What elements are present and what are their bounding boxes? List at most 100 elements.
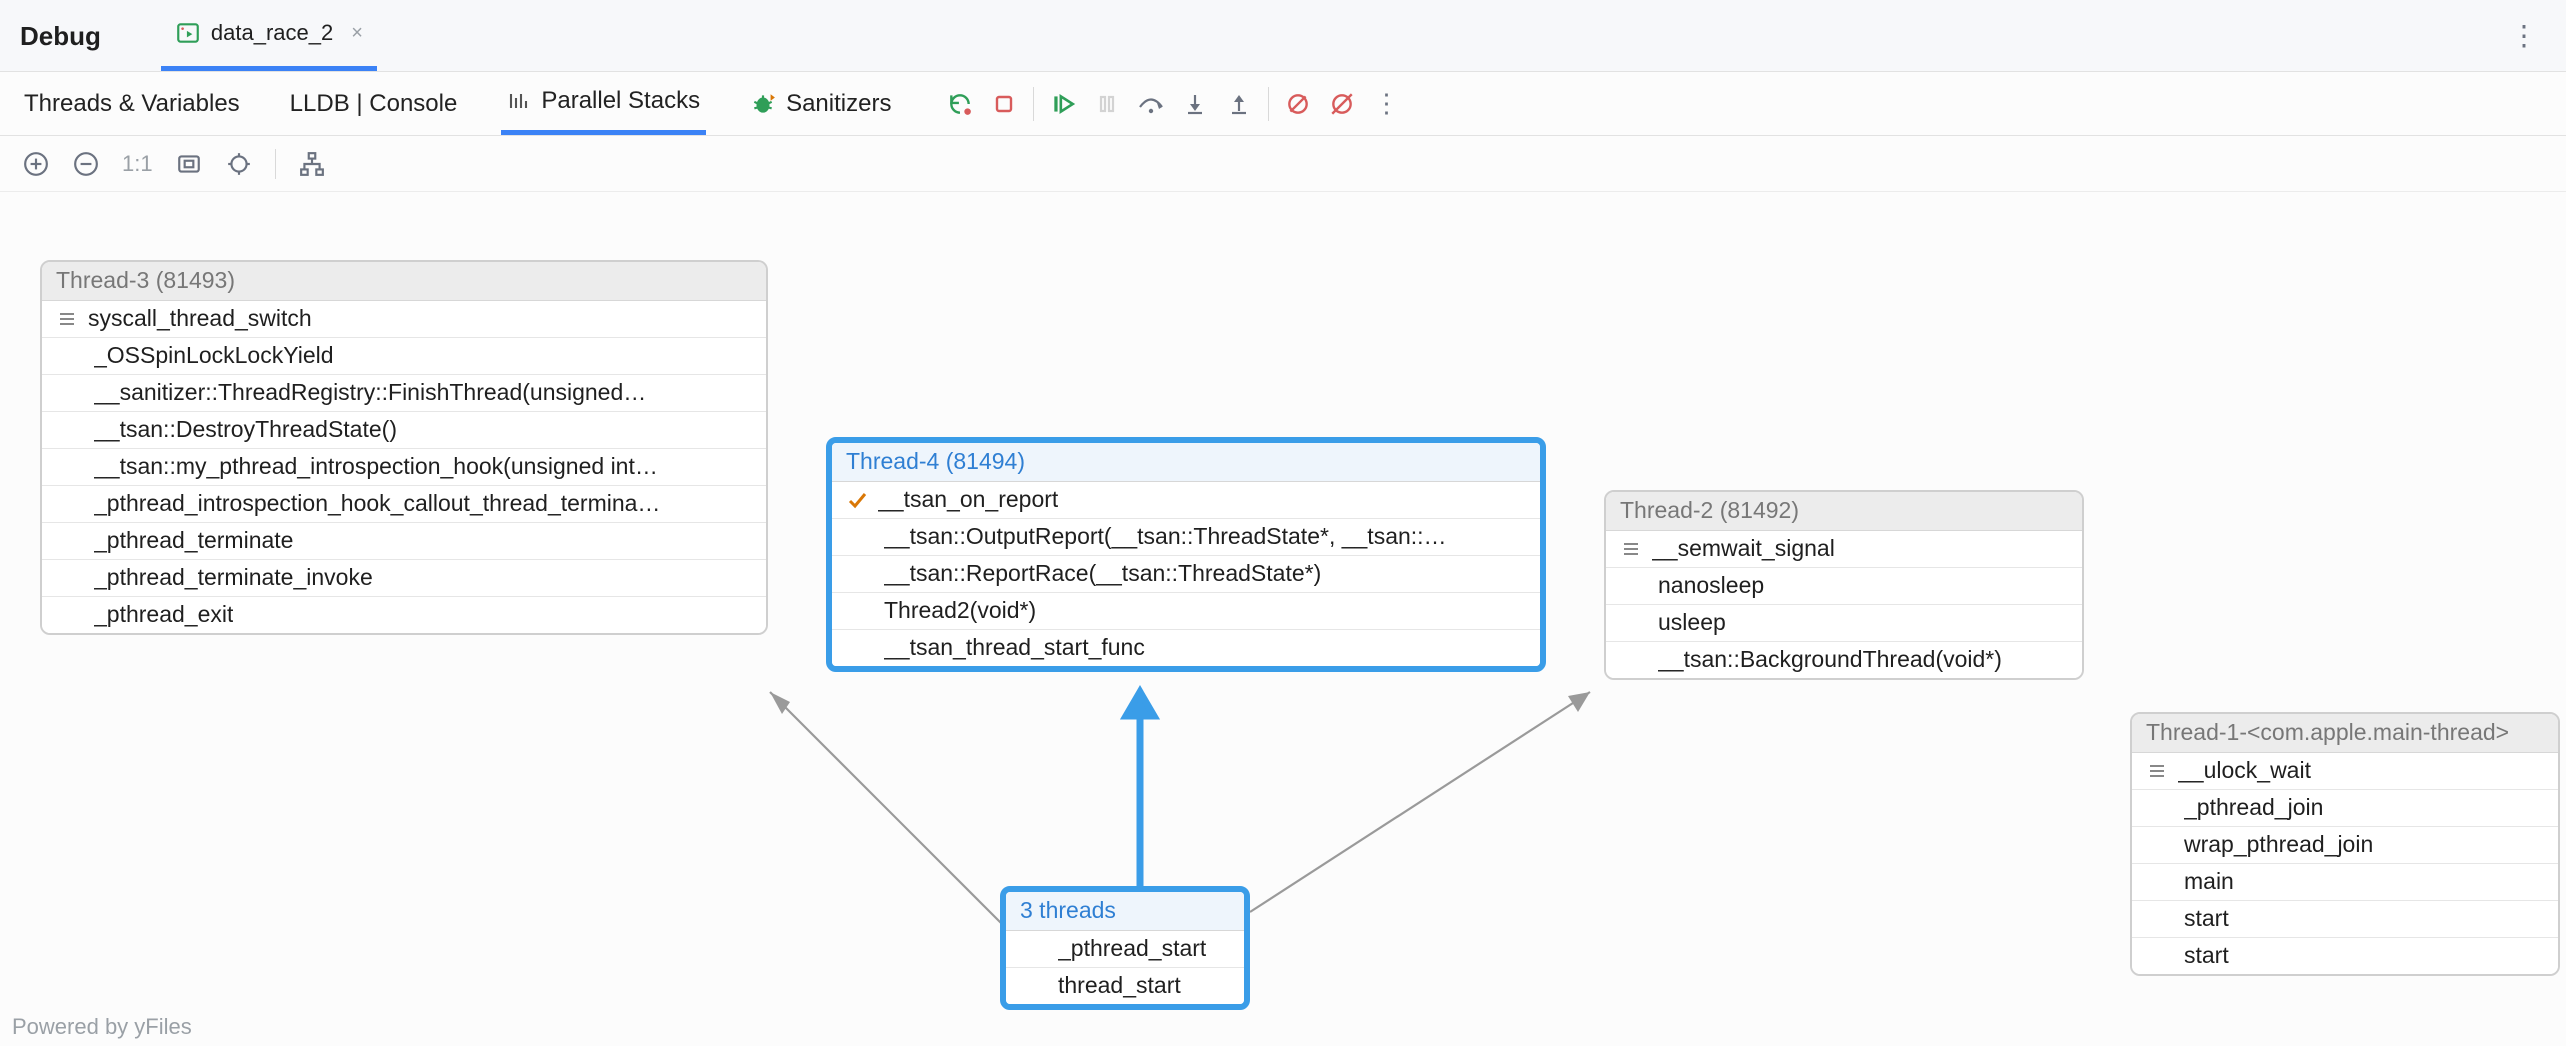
stack-frame[interactable]: _pthread_start xyxy=(1006,931,1244,968)
fit-screen-icon[interactable] xyxy=(175,150,203,178)
layout-icon[interactable] xyxy=(298,150,326,178)
stack-frame-label: _pthread_terminate xyxy=(94,527,293,554)
stack-frame-label: __semwait_signal xyxy=(1652,535,1835,562)
bug-icon xyxy=(750,91,776,117)
stack-frame-label: syscall_thread_switch xyxy=(88,305,312,332)
stack-frame[interactable]: __semwait_signal xyxy=(1606,531,2082,568)
stack-frame-label: _pthread_exit xyxy=(94,601,233,628)
frame-icon xyxy=(1620,539,1642,559)
thread-panel-title: Thread-2 (81492) xyxy=(1606,492,2082,531)
title-tab-row: Debug data_race_2 × ⋮ xyxy=(0,0,2566,72)
stack-frame[interactable]: start xyxy=(2132,901,2558,938)
stack-frame[interactable]: _OSSpinLockLockYield xyxy=(42,338,766,375)
stack-frame[interactable]: __tsan::OutputReport(__tsan::ThreadState… xyxy=(832,519,1540,556)
tab-sanitizers[interactable]: Sanitizers xyxy=(744,72,897,135)
rerun-icon[interactable] xyxy=(945,89,975,119)
stack-frame[interactable]: nanosleep xyxy=(1606,568,2082,605)
run-config-tab[interactable]: data_race_2 × xyxy=(161,0,377,71)
stack-frame[interactable]: __tsan_thread_start_func xyxy=(832,630,1540,666)
thread-panel-title: Thread-1-<com.apple.main-thread> xyxy=(2132,714,2558,753)
stack-frame[interactable]: _pthread_exit xyxy=(42,597,766,633)
tab-more-icon[interactable]: ⋮ xyxy=(2502,28,2546,44)
stack-frame[interactable]: __ulock_wait xyxy=(2132,753,2558,790)
stack-frame[interactable]: __tsan_on_report xyxy=(832,482,1540,519)
stack-frame[interactable]: __tsan::my_pthread_introspection_hook(un… xyxy=(42,449,766,486)
stack-frame-label: usleep xyxy=(1658,609,1726,636)
thread-panel-thread-4[interactable]: Thread-4 (81494) __tsan_on_report __tsan… xyxy=(826,437,1546,672)
graph-toolbar: 1:1 xyxy=(0,136,2566,192)
thread-panel-title: Thread-4 (81494) xyxy=(832,443,1540,482)
stack-frame-label: start xyxy=(2184,942,2229,969)
subtract-icon[interactable] xyxy=(72,150,100,178)
step-into-icon[interactable] xyxy=(1180,89,1210,119)
stack-frame[interactable]: _pthread_join xyxy=(2132,790,2558,827)
stack-frame[interactable]: Thread2(void*) xyxy=(832,593,1540,630)
stack-frame[interactable]: main xyxy=(2132,864,2558,901)
more-icon[interactable]: ⋮ xyxy=(1371,89,1401,119)
debug-label: Debug xyxy=(20,21,101,52)
stack-frame-label: __tsan_thread_start_func xyxy=(884,634,1145,661)
thread-panel-title: Thread-3 (81493) xyxy=(42,262,766,301)
target-icon[interactable] xyxy=(225,150,253,178)
stack-frame[interactable]: __tsan::DestroyThreadState() xyxy=(42,412,766,449)
stack-frame[interactable]: _pthread_introspection_hook_callout_thre… xyxy=(42,486,766,523)
run-config-icon xyxy=(175,20,201,46)
step-out-icon[interactable] xyxy=(1224,89,1254,119)
tab-lldb-console-label: LLDB | Console xyxy=(290,90,458,118)
stack-frame[interactable]: _pthread_terminate_invoke xyxy=(42,560,766,597)
stack-frame[interactable]: usleep xyxy=(1606,605,2082,642)
thread-panel-title: 3 threads xyxy=(1006,892,1244,931)
checkmark-icon xyxy=(846,490,868,510)
tab-threads-variables[interactable]: Threads & Variables xyxy=(18,72,246,135)
stack-frame-label: _pthread_start xyxy=(1058,935,1206,962)
stack-frame-label: nanosleep xyxy=(1658,572,1764,599)
mute-breakpoints-icon[interactable] xyxy=(1283,89,1313,119)
stack-frame-label: __tsan::BackgroundThread(void*) xyxy=(1658,646,2002,673)
stack-frame-label: __tsan_on_report xyxy=(878,486,1058,513)
run-config-tab-label: data_race_2 xyxy=(211,20,333,46)
stack-frame[interactable]: __tsan::ReportRace(__tsan::ThreadState*) xyxy=(832,556,1540,593)
parallel-stacks-canvas[interactable]: Thread-3 (81493) syscall_thread_switch _… xyxy=(0,192,2566,1046)
stack-frame-label: _OSSpinLockLockYield xyxy=(94,342,334,369)
stack-frame-label: __tsan::DestroyThreadState() xyxy=(94,416,397,443)
stack-frame[interactable]: start xyxy=(2132,938,2558,974)
stack-frame[interactable]: syscall_thread_switch xyxy=(42,301,766,338)
frame-icon xyxy=(2146,761,2168,781)
stack-frame[interactable]: _pthread_terminate xyxy=(42,523,766,560)
thread-panel-thread-2[interactable]: Thread-2 (81492) __semwait_signal nanosl… xyxy=(1604,490,2084,680)
thread-panel-thread-3[interactable]: Thread-3 (81493) syscall_thread_switch _… xyxy=(40,260,768,635)
stack-frame-label: __tsan::OutputReport(__tsan::ThreadState… xyxy=(884,523,1447,550)
stop-icon[interactable] xyxy=(989,89,1019,119)
stack-frame-label: _pthread_introspection_hook_callout_thre… xyxy=(94,490,660,517)
thread-panel-thread-1[interactable]: Thread-1-<com.apple.main-thread> __ulock… xyxy=(2130,712,2560,976)
stack-frame[interactable]: __tsan::BackgroundThread(void*) xyxy=(1606,642,2082,678)
debug-toolbar: Threads & Variables LLDB | Console Paral… xyxy=(0,72,2566,136)
tab-parallel-stacks-label: Parallel Stacks xyxy=(541,87,700,115)
thread-group-3[interactable]: 3 threads _pthread_start thread_start xyxy=(1000,886,1250,1010)
fit-11-label[interactable]: 1:1 xyxy=(122,151,153,177)
tab-sanitizers-label: Sanitizers xyxy=(786,90,891,118)
parallel-stacks-icon xyxy=(507,89,531,113)
tab-parallel-stacks[interactable]: Parallel Stacks xyxy=(501,72,706,135)
stack-frame-label: start xyxy=(2184,905,2229,932)
pause-icon[interactable] xyxy=(1092,89,1122,119)
stack-frame-label: __tsan::ReportRace(__tsan::ThreadState*) xyxy=(884,560,1321,587)
tab-threads-variables-label: Threads & Variables xyxy=(24,90,240,118)
stack-frame-label: __tsan::my_pthread_introspection_hook(un… xyxy=(94,453,658,480)
stack-frame[interactable]: thread_start xyxy=(1006,968,1244,1004)
stack-frame[interactable]: wrap_pthread_join xyxy=(2132,827,2558,864)
stack-frame[interactable]: __sanitizer::ThreadRegistry::FinishThrea… xyxy=(42,375,766,412)
stack-frame-label: __ulock_wait xyxy=(2178,757,2311,784)
frame-icon xyxy=(56,309,78,329)
resume-icon[interactable] xyxy=(1048,89,1078,119)
stack-frame-label: _pthread_terminate_invoke xyxy=(94,564,373,591)
stack-frame-label: main xyxy=(2184,868,2234,895)
stack-frame-label: _pthread_join xyxy=(2184,794,2323,821)
disable-breakpoints-icon[interactable] xyxy=(1327,89,1357,119)
step-over-icon[interactable] xyxy=(1136,89,1166,119)
add-icon[interactable] xyxy=(22,150,50,178)
stack-frame-label: thread_start xyxy=(1058,972,1181,999)
close-icon[interactable]: × xyxy=(351,22,363,45)
tab-lldb-console[interactable]: LLDB | Console xyxy=(284,72,464,135)
powered-by-label: Powered by yFiles xyxy=(12,1014,192,1040)
